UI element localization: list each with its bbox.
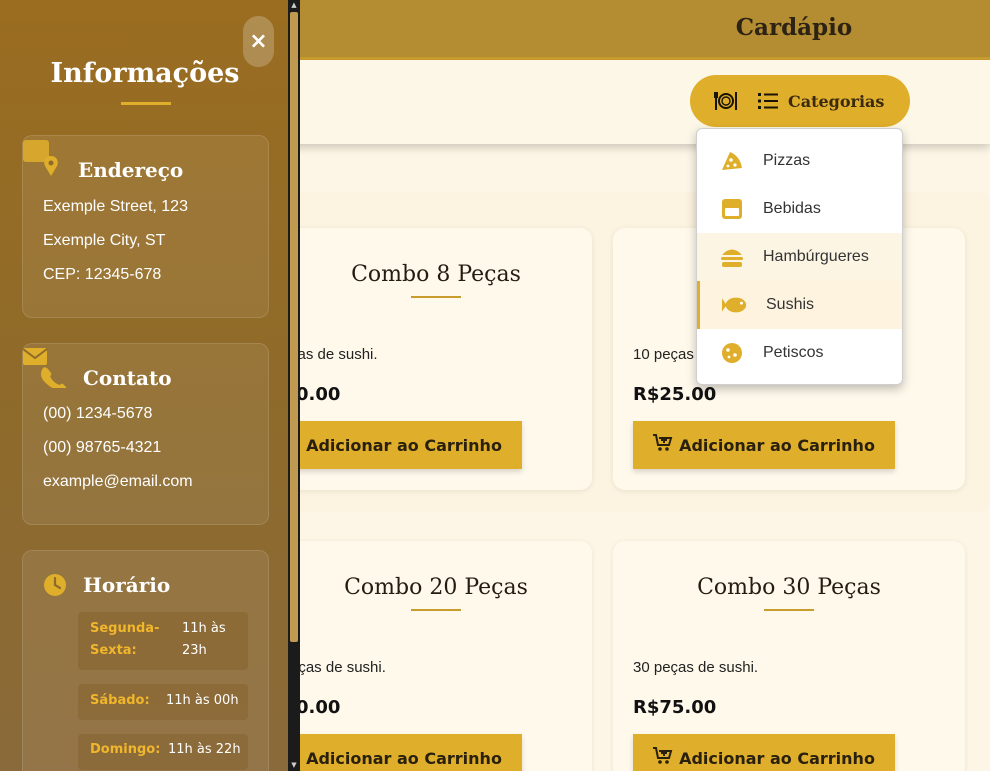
add-to-cart-button[interactable]: Adicionar ao Carrinho <box>633 421 895 469</box>
product-description: 10 peças <box>633 346 694 363</box>
category-item-petiscos[interactable]: Petiscos <box>697 329 902 377</box>
categories-label: Categorias <box>788 91 885 111</box>
category-label: Bebidas <box>763 200 821 217</box>
hours-row: Sábado: 11h às 00h <box>78 684 248 720</box>
category-item-hamburgueres[interactable]: Hambúrgueres <box>697 233 902 281</box>
add-to-cart-label: Adicionar ao Carrinho <box>679 435 875 455</box>
contact-card: Contato (00) 1234-5678 (00) 98765-4321 e… <box>22 343 269 525</box>
scroll-up-icon[interactable]: ▲ <box>290 1 298 9</box>
product-price: 0.00 <box>296 697 341 718</box>
address-line: Exemple City, ST <box>43 232 166 249</box>
contact-line: (00) 98765-4321 <box>43 439 162 456</box>
hours-time: 11h às 00h <box>166 693 239 708</box>
product-title: Combo 30 Peças <box>697 575 881 600</box>
hours-heading: Horário <box>83 573 171 597</box>
category-item-sushis[interactable]: Sushis <box>697 281 902 329</box>
product-title: Combo 8 Peças <box>351 262 521 287</box>
cookie-icon <box>719 342 745 364</box>
title-underline <box>121 102 171 105</box>
scrollbar-thumb[interactable] <box>290 12 298 642</box>
categories-dropdown: Pizzas Bebidas Hambúrgueres Sushis Petis… <box>696 128 903 385</box>
hours-day: Sexta: <box>90 643 137 658</box>
product-price: 0.00 <box>296 384 341 405</box>
hours-time: 11h às <box>182 621 226 636</box>
hours-time: 11h às 22h <box>168 742 241 757</box>
list-icon <box>758 93 778 109</box>
plate-cutlery-icon <box>714 90 738 112</box>
category-item-bebidas[interactable]: Bebidas <box>697 185 902 233</box>
scroll-down-icon[interactable]: ▼ <box>290 761 298 769</box>
map-pin-icon <box>23 140 61 184</box>
product-description: ças de sushi. <box>290 346 378 363</box>
fish-icon <box>722 295 748 315</box>
address-line: Exemple Street, 123 <box>43 198 188 215</box>
address-line: CEP: 12345-678 <box>43 266 162 283</box>
hours-time: 23h <box>182 643 207 658</box>
address-heading: Endereço <box>78 158 184 182</box>
hours-card: Horário Segunda- Sexta: 11h às 23h Sábad… <box>22 550 269 771</box>
hours-day: Segunda- <box>90 621 160 636</box>
hours-row: Domingo: 11h às 22h <box>78 734 248 770</box>
product-price: R$25.00 <box>633 384 717 405</box>
category-label: Petiscos <box>763 344 824 361</box>
add-to-cart-label: Adicionar ao Carrinho <box>306 435 502 455</box>
product-title: Combo 20 Peças <box>344 575 528 600</box>
category-label: Sushis <box>766 296 815 313</box>
envelope-phone-icon <box>22 348 67 392</box>
title-underline <box>411 609 461 611</box>
add-to-cart-label: Adicionar ao Carrinho <box>679 748 875 768</box>
hours-day: Sábado: <box>90 693 150 708</box>
contact-line: example@email.com <box>43 473 193 490</box>
hours-day: Domingo: <box>90 742 161 757</box>
add-to-cart-label: Adicionar ao Carrinho <box>306 748 502 768</box>
page-title: Cardápio <box>735 14 853 41</box>
cart-plus-icon <box>653 434 673 456</box>
categories-button[interactable]: Categorias <box>690 75 910 127</box>
contact-line: (00) 1234-5678 <box>43 405 153 422</box>
product-description: eças de sushi. <box>290 659 386 676</box>
title-underline <box>411 296 461 298</box>
product-price: R$75.00 <box>633 697 717 718</box>
category-label: Pizzas <box>763 152 811 169</box>
category-label: Hambúrgueres <box>763 248 869 265</box>
address-card: Endereço Exemple Street, 123 Exemple Cit… <box>22 135 269 318</box>
contact-heading: Contato <box>83 366 172 390</box>
product-card: Combo 30 Peças 30 peças de sushi. R$75.0… <box>613 541 965 771</box>
glass-icon <box>719 198 745 220</box>
sidebar-title: Informações <box>50 58 240 89</box>
category-item-pizzas[interactable]: Pizzas <box>697 137 902 185</box>
hours-row: Segunda- Sexta: 11h às 23h <box>78 612 248 670</box>
cart-plus-icon <box>653 747 673 769</box>
pizza-slice-icon <box>719 150 745 172</box>
title-underline <box>764 609 814 611</box>
info-sidebar: × Informações Endereço Exemple Street, 1… <box>0 0 300 771</box>
clock-icon <box>43 573 67 601</box>
burger-icon <box>719 246 745 268</box>
add-to-cart-button[interactable]: Adicionar ao Carrinho <box>633 734 895 771</box>
product-description: 30 peças de sushi. <box>633 659 759 676</box>
